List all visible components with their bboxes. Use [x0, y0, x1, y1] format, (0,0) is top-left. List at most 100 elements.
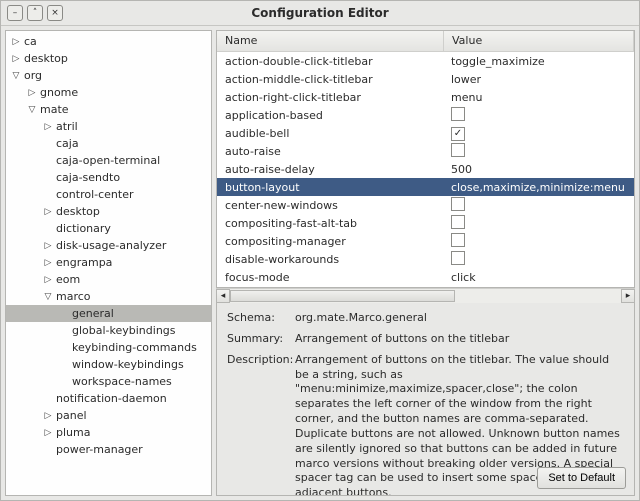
expand-icon[interactable]: ▷	[10, 54, 22, 64]
scroll-thumb[interactable]	[230, 290, 455, 302]
expand-icon[interactable]: ▷	[42, 241, 54, 251]
collapse-icon[interactable]: ▽	[42, 292, 54, 302]
set-to-default-button[interactable]: Set to Default	[537, 467, 626, 489]
expand-icon[interactable]: ▷	[42, 207, 54, 217]
expand-icon[interactable]: ▷	[42, 258, 54, 268]
cell-value[interactable]	[443, 233, 634, 250]
tree-item-power-manager[interactable]: power-manager	[6, 441, 211, 458]
tree-item-desktop[interactable]: ▷desktop	[6, 50, 211, 67]
checkbox[interactable]	[451, 251, 465, 265]
cell-value[interactable]: 500	[443, 163, 634, 176]
maximize-button[interactable]: ˄	[27, 5, 43, 21]
tree-item-ca[interactable]: ▷ca	[6, 33, 211, 50]
minimize-button[interactable]: –	[7, 5, 23, 21]
tree-item-caja-sendto[interactable]: caja-sendto	[6, 169, 211, 186]
tree-item-label: control-center	[54, 188, 134, 201]
tree-item-atril[interactable]: ▷atril	[6, 118, 211, 135]
description-label: Description:	[227, 353, 295, 496]
tree-item-workspace-names[interactable]: workspace-names	[6, 373, 211, 390]
table-header-value[interactable]: Value	[444, 31, 634, 51]
expand-icon[interactable]: ▷	[26, 88, 38, 98]
tree-item-label: power-manager	[54, 443, 143, 456]
cell-value[interactable]: ✓	[443, 126, 634, 141]
horizontal-scrollbar[interactable]: ◂ ▸	[216, 288, 635, 303]
checkbox[interactable]	[451, 233, 465, 247]
table-row[interactable]: disable-workarounds	[217, 250, 634, 268]
expand-icon[interactable]: ▷	[10, 37, 22, 47]
checkbox[interactable]	[451, 197, 465, 211]
cell-name: compositing-fast-alt-tab	[217, 217, 443, 230]
tree-item-caja[interactable]: caja	[6, 135, 211, 152]
table-row[interactable]: audible-bell✓	[217, 124, 634, 142]
cell-value[interactable]: close,maximize,minimize:menu	[443, 181, 634, 194]
checkbox[interactable]	[451, 143, 465, 157]
checkbox[interactable]: ✓	[451, 127, 465, 141]
tree-item-pluma[interactable]: ▷pluma	[6, 424, 211, 441]
table-row[interactable]: action-double-click-titlebartoggle_maxim…	[217, 52, 634, 70]
tree-item-global-keybindings[interactable]: global-keybindings	[6, 322, 211, 339]
tree-item-org[interactable]: ▽org	[6, 67, 211, 84]
tree-item-dictionary[interactable]: dictionary	[6, 220, 211, 237]
table-row[interactable]: application-based	[217, 106, 634, 124]
close-button[interactable]: ×	[47, 5, 63, 21]
cell-value[interactable]: menu	[443, 91, 634, 104]
cell-name: center-new-windows	[217, 199, 443, 212]
cell-value[interactable]	[443, 197, 634, 214]
table-header-name[interactable]: Name	[217, 31, 444, 51]
tree-item-label: disk-usage-analyzer	[54, 239, 166, 252]
tree-item-mate[interactable]: ▽mate	[6, 101, 211, 118]
table-row[interactable]: button-layoutclose,maximize,minimize:men…	[217, 178, 634, 196]
table-row[interactable]: compositing-manager	[217, 232, 634, 250]
expand-icon[interactable]: ▷	[42, 275, 54, 285]
tree-pane[interactable]: ▷ca▷desktop▽org▷gnome▽mate▷atrilcajacaja…	[5, 30, 212, 496]
expand-icon[interactable]: ▷	[42, 122, 54, 132]
cell-value[interactable]	[443, 215, 634, 232]
cell-value[interactable]	[443, 251, 634, 268]
tree-item-desktop[interactable]: ▷desktop	[6, 203, 211, 220]
tree-item-engrampa[interactable]: ▷engrampa	[6, 254, 211, 271]
tree-item-notification-daemon[interactable]: notification-daemon	[6, 390, 211, 407]
expand-icon[interactable]: ▷	[42, 428, 54, 438]
cell-name: button-layout	[217, 181, 443, 194]
cell-value[interactable]: toggle_maximize	[443, 55, 634, 68]
table-header: Name Value	[217, 31, 634, 52]
tree-item-control-center[interactable]: control-center	[6, 186, 211, 203]
cell-value[interactable]: lower	[443, 73, 634, 86]
cell-value[interactable]	[443, 143, 634, 160]
tree-item-panel[interactable]: ▷panel	[6, 407, 211, 424]
cell-value[interactable]: click	[443, 271, 634, 284]
table-row[interactable]: action-right-click-titlebarmenu	[217, 88, 634, 106]
expand-icon[interactable]: ▷	[42, 411, 54, 421]
schema-label: Schema:	[227, 311, 295, 326]
tree-item-general[interactable]: general	[6, 305, 211, 322]
tree-item-label: window-keybindings	[70, 358, 184, 371]
table-row[interactable]: center-new-windows	[217, 196, 634, 214]
tree-item-window-keybindings[interactable]: window-keybindings	[6, 356, 211, 373]
table-row[interactable]: compositing-fast-alt-tab	[217, 214, 634, 232]
tree-item-marco[interactable]: ▽marco	[6, 288, 211, 305]
tree-item-label: desktop	[54, 205, 100, 218]
scroll-right-icon[interactable]: ▸	[621, 289, 635, 303]
summary-label: Summary:	[227, 332, 295, 347]
table-body[interactable]: action-double-click-titlebartoggle_maxim…	[217, 52, 634, 287]
titlebar: – ˄ × Configuration Editor	[1, 1, 639, 26]
table-row[interactable]: auto-raise-delay500	[217, 160, 634, 178]
collapse-icon[interactable]: ▽	[10, 71, 22, 81]
collapse-icon[interactable]: ▽	[26, 105, 38, 115]
table-row[interactable]: action-middle-click-titlebarlower	[217, 70, 634, 88]
checkbox[interactable]	[451, 215, 465, 229]
tree-item-gnome[interactable]: ▷gnome	[6, 84, 211, 101]
tree-item-keybinding-commands[interactable]: keybinding-commands	[6, 339, 211, 356]
cell-name: disable-workarounds	[217, 253, 443, 266]
tree-item-label: gnome	[38, 86, 78, 99]
tree-item-label: caja-open-terminal	[54, 154, 160, 167]
tree-item-disk-usage-analyzer[interactable]: ▷disk-usage-analyzer	[6, 237, 211, 254]
table-row[interactable]: auto-raise	[217, 142, 634, 160]
tree-item-eom[interactable]: ▷eom	[6, 271, 211, 288]
tree-item-caja-open-terminal[interactable]: caja-open-terminal	[6, 152, 211, 169]
scroll-left-icon[interactable]: ◂	[216, 289, 230, 303]
schema-value: org.mate.Marco.general	[295, 311, 624, 326]
table-row[interactable]: focus-modeclick	[217, 268, 634, 286]
cell-value[interactable]	[443, 107, 634, 124]
checkbox[interactable]	[451, 107, 465, 121]
